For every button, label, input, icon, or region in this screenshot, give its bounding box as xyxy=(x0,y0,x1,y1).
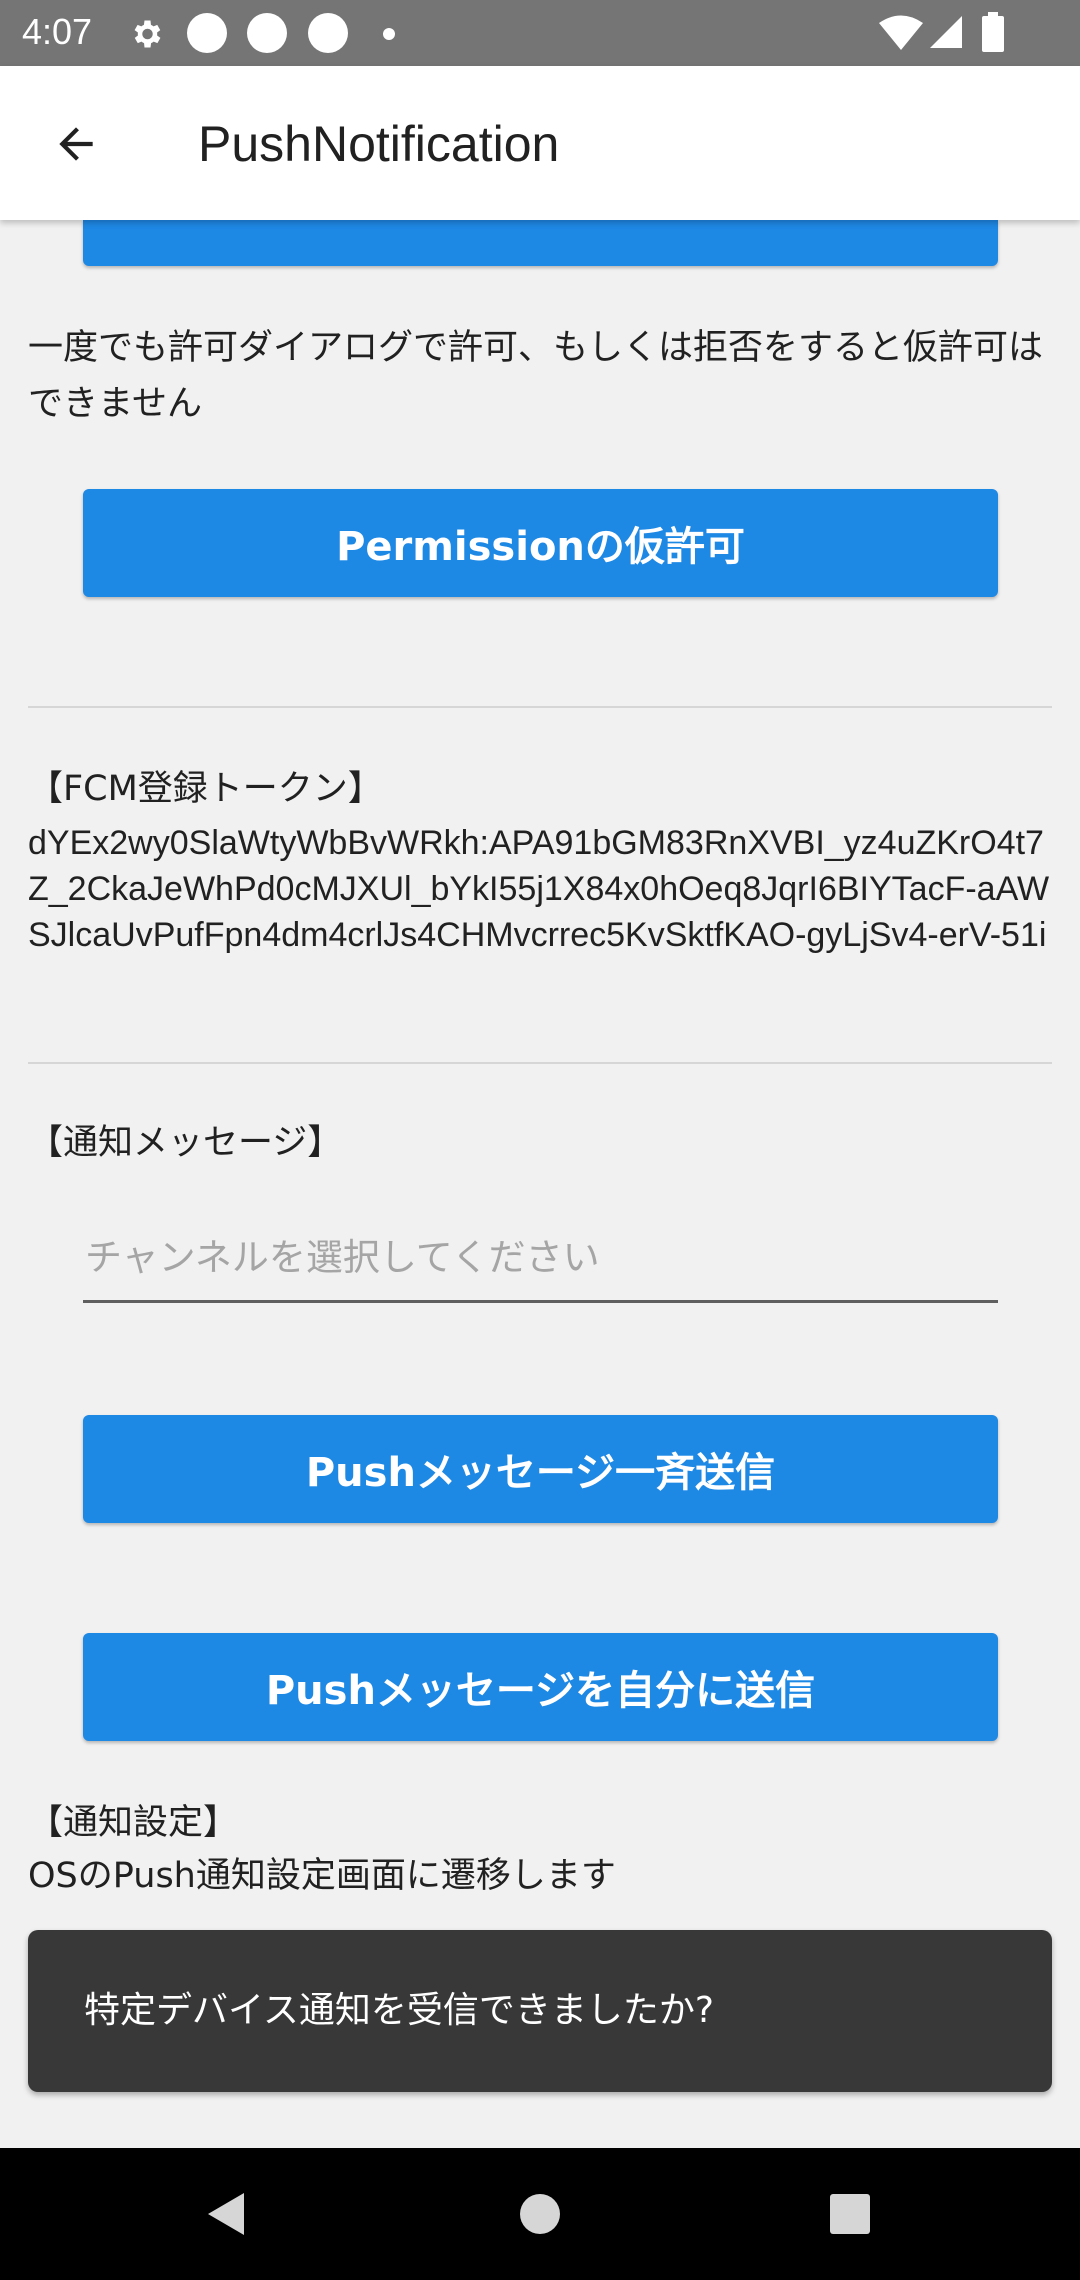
app-bar: PushNotification xyxy=(0,66,1080,220)
status-bar: 4:07 xyxy=(0,0,1080,66)
divider xyxy=(28,1062,1052,1064)
send-self-push-button[interactable]: Pushメッセージを自分に送信 xyxy=(83,1633,998,1741)
back-button[interactable] xyxy=(38,106,114,182)
provisional-note: 一度でも許可ダイアログで許可、もしくは拒否をすると仮許可はできません xyxy=(28,328,1044,424)
nav-back-button[interactable] xyxy=(186,2174,266,2254)
recents-square-icon xyxy=(830,2194,870,2234)
home-circle-icon xyxy=(520,2194,560,2234)
nav-home-button[interactable] xyxy=(500,2174,580,2254)
wifi-icon xyxy=(878,14,924,56)
divider xyxy=(28,706,1052,708)
battery-icon xyxy=(982,12,1004,56)
snackbar-text: 特定デバイス通知を受信できましたか? xyxy=(84,1990,715,2031)
more-dot-icon xyxy=(382,26,396,45)
provisional-permission-button[interactable]: Permissionの仮許可 xyxy=(83,489,998,597)
partial-button-above[interactable] xyxy=(83,220,998,266)
signal-icon xyxy=(928,14,964,54)
channel-select-placeholder: チャンネルを選択してください xyxy=(85,1236,600,1279)
main-content[interactable]: 一度でも許可ダイアログで許可、もしくは拒否をすると仮許可はできません Permi… xyxy=(0,220,1080,2148)
nav-recents-button[interactable] xyxy=(810,2174,890,2254)
system-nav-bar xyxy=(0,2148,1080,2280)
notification-circle-icon xyxy=(186,12,228,58)
gear-icon xyxy=(128,16,164,56)
snackbar: 特定デバイス通知を受信できましたか? xyxy=(28,1930,1052,2092)
fcm-token-value: dYEx2wy0SlaWtyWbBvWRkh:APA91bGM83RnXVBI_… xyxy=(28,824,1050,954)
notification-settings-desc[interactable]: OSのPush通知設定画面に遷移します xyxy=(28,1848,1058,1904)
notification-circle-icon xyxy=(246,12,288,58)
channel-select[interactable]: チャンネルを選択してください xyxy=(83,1226,998,1303)
status-time: 4:07 xyxy=(22,11,93,52)
arrow-back-icon xyxy=(59,127,93,161)
notification-circle-icon xyxy=(307,12,349,58)
notification-settings-heading: 【通知設定】 xyxy=(28,1803,239,1843)
page-title: PushNotification xyxy=(198,116,560,172)
back-triangle-icon xyxy=(208,2193,244,2235)
fcm-token-heading: 【FCM登録トークン】 xyxy=(28,769,383,809)
broadcast-push-button[interactable]: Pushメッセージ一斉送信 xyxy=(83,1415,998,1523)
notification-message-heading: 【通知メッセージ】 xyxy=(28,1123,343,1163)
